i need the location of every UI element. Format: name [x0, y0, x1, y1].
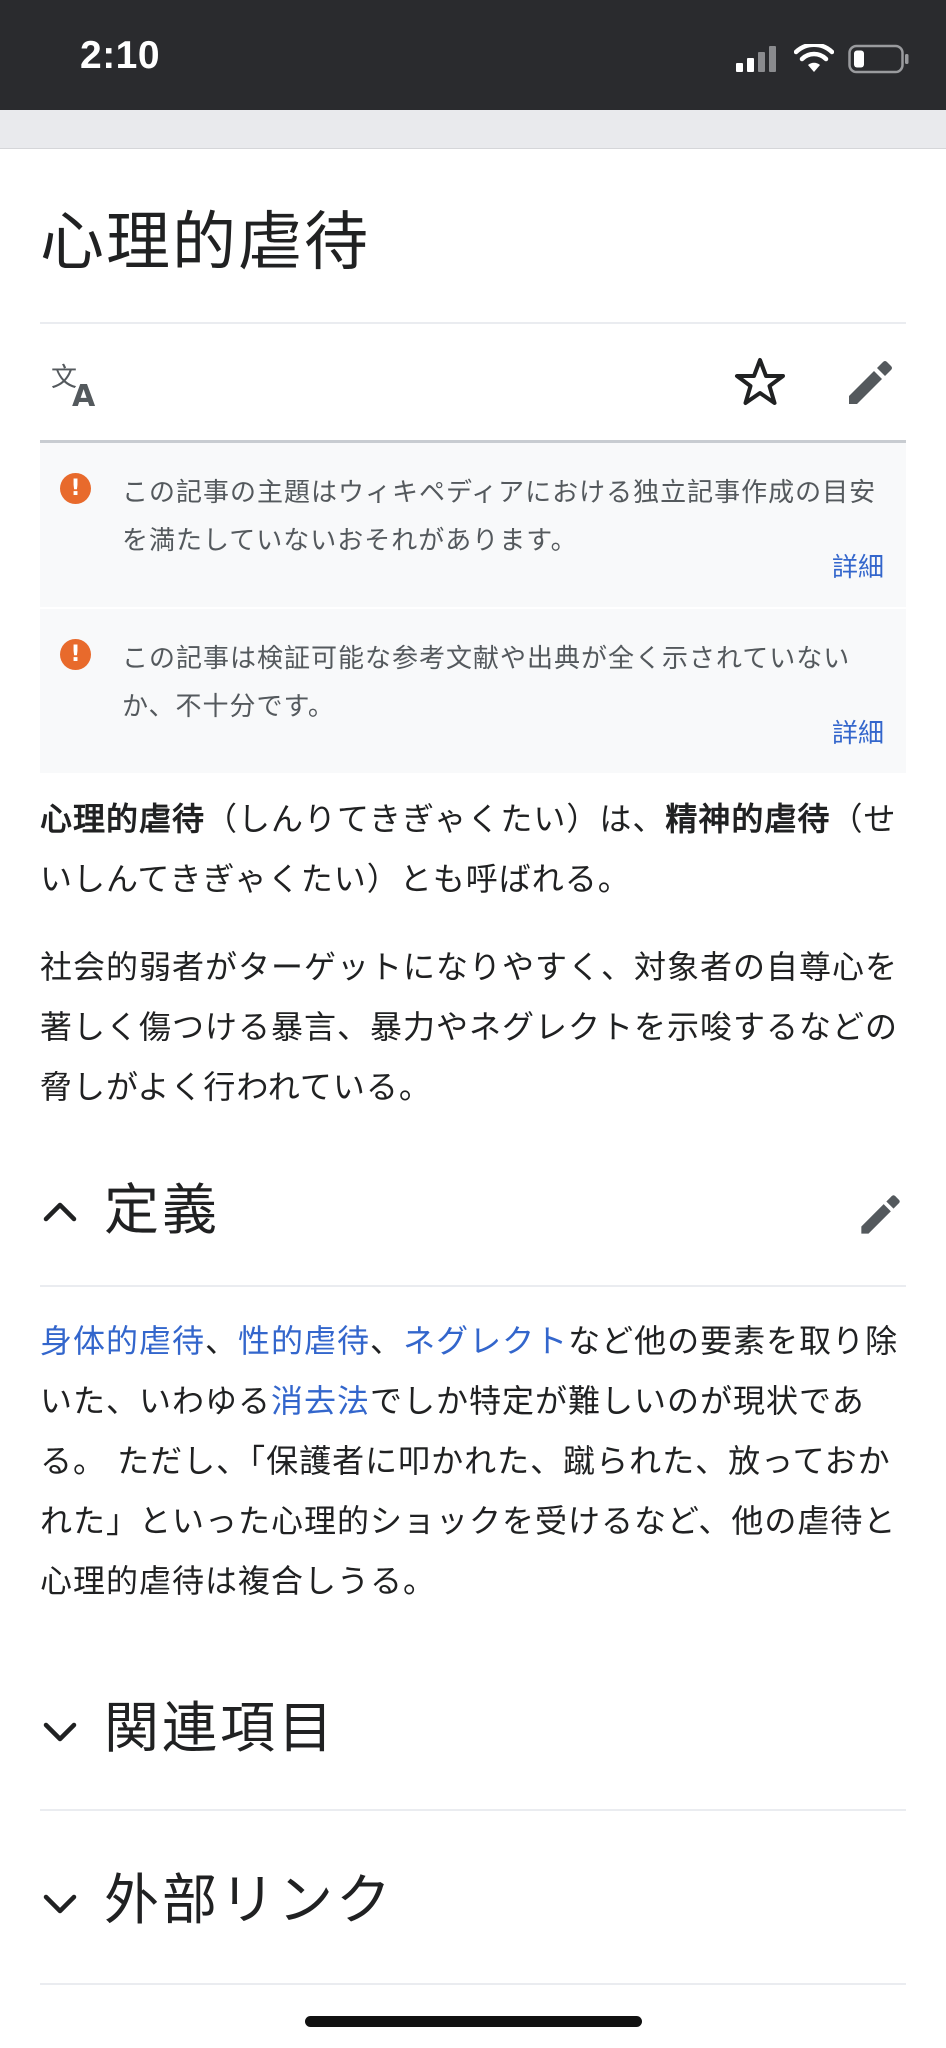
lead-reading: （しんりてきぎゃくたい）は、 — [205, 800, 666, 838]
section-title: 外部リンク — [104, 1868, 395, 1932]
notice-notability: ! この記事の主題はウィキペディアにおける独立記事作成の目安を満たしていないおそ… — [40, 443, 906, 609]
link-neglect[interactable]: ネグレクト — [403, 1322, 568, 1360]
notice-text: この記事は検証可能な参考文献や出典が全く示されていないか、不十分です。 — [122, 644, 851, 722]
notice-text: この記事の主題はウィキペディアにおける独立記事作成の目安を満たしていないおそれが… — [122, 478, 877, 556]
lead-term: 精神的虐待 — [665, 800, 831, 838]
battery-icon — [848, 44, 909, 74]
paragraph: 社会的弱者がターゲットになりやすく、対象者の自尊心を著しく傷つける暴言、暴力やネ… — [40, 948, 899, 1106]
section-title: 関連項目 — [104, 1696, 337, 1760]
section-heading-related[interactable]: 関連項目 — [40, 1647, 906, 1811]
lead-term: 心理的虐待 — [40, 800, 206, 838]
section-body: 身体的虐待、性的虐待、ネグレクトなど他の要素を取り除いた、いわゆる消去法でしか特… — [40, 1311, 906, 1611]
section-heading-external-links[interactable]: 外部リンク — [40, 1811, 906, 1985]
chevron-down-icon — [43, 1722, 77, 1742]
pencil-icon[interactable] — [843, 354, 899, 410]
status-icons — [734, 44, 910, 74]
chevron-up-icon — [43, 1202, 77, 1222]
signal-icon — [736, 46, 776, 72]
separator: 、 — [370, 1322, 404, 1360]
notice-sources: ! この記事は検証可能な参考文献や出典が全く示されていないか、不十分です。 詳細 — [40, 609, 906, 775]
wifi-icon — [794, 44, 834, 72]
section-title: 定義 — [104, 1178, 221, 1242]
page-title: 心理的虐待 — [40, 206, 370, 280]
link-physical-abuse[interactable]: 身体的虐待 — [40, 1322, 205, 1360]
svg-text:A: A — [72, 379, 96, 412]
article-content: 心理的虐待 文 A ! この記事の主題はウィキペディアにおける独立記事作成の目安… — [40, 150, 906, 1985]
section-heading-definition[interactable]: 定義 — [40, 1137, 906, 1287]
link-sexual-abuse[interactable]: 性的虐待 — [238, 1322, 370, 1360]
star-icon[interactable] — [732, 354, 788, 410]
link-process-of-elimination[interactable]: 消去法 — [271, 1382, 370, 1420]
separator: 、 — [205, 1322, 239, 1360]
status-time: 2:10 — [80, 34, 161, 77]
warning-icon: ! — [60, 639, 91, 670]
translate-icon[interactable]: 文 A — [50, 356, 106, 412]
home-indicator[interactable] — [305, 2016, 642, 2027]
page-actions-bar: 文 A — [40, 324, 906, 443]
status-bar: 2:10 — [0, 0, 946, 110]
chevron-down-icon — [43, 1894, 77, 1914]
pencil-icon[interactable] — [856, 1189, 906, 1239]
lead-paragraph: 心理的虐待（しんりてきぎゃくたい）は、精神的虐待（せいしんてきぎゃくたい）とも呼… — [40, 789, 906, 909]
header-toolbar — [0, 110, 946, 149]
warning-icon: ! — [60, 473, 91, 504]
